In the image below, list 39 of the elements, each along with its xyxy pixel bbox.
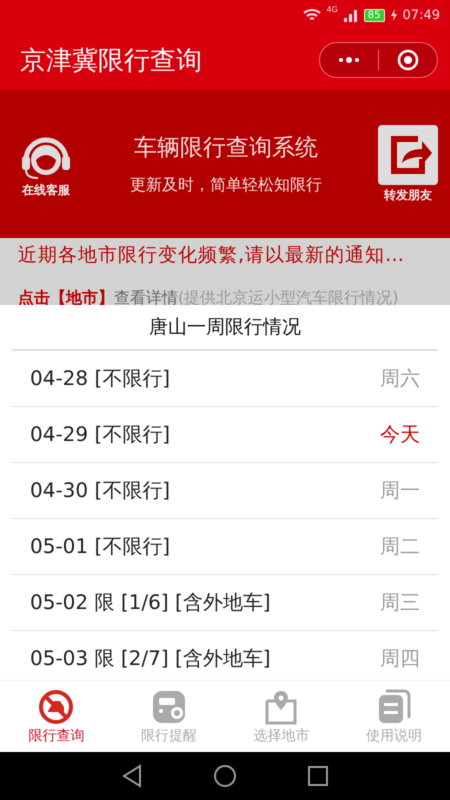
car-icon [150,689,187,725]
date-label: 05-03 限 [2/7] [含外地车] [30,645,271,672]
wifi-icon [302,8,320,22]
battery-level: 85 [364,8,385,22]
clock: 07:49 [402,8,440,22]
recents-icon[interactable] [307,765,329,787]
home-icon[interactable] [213,764,237,788]
signal-icon [344,8,358,22]
more-icon [338,57,360,63]
map-pin-icon [263,689,300,725]
tab[interactable]: 限行查询 [0,681,112,753]
back-icon[interactable] [121,764,143,788]
target-icon [397,49,419,71]
notice-text: 近期各地市限行变化频繁,请以最新的通知… [18,243,406,268]
date-label: 05-02 限 [1/6] [含外地车] [30,589,271,616]
weekday-label: 今天 [380,421,420,448]
app-title: 京津冀限行查询 [20,44,203,78]
weekday-label: 周六 [380,365,420,392]
tab[interactable]: 选择地市 [225,681,338,753]
weekday-label: 周一 [380,477,420,504]
weekday-label: 周二 [380,533,420,560]
weekday-label: 周四 [380,645,420,672]
support-button[interactable]: 在线客服 [18,130,74,198]
hint-note: (提供北京运小型汽车限行情况) [178,288,398,307]
city-link[interactable]: 点击【地市】 [18,288,114,307]
date-label: 04-29 [不限行] [30,421,170,448]
share-button[interactable]: 转发朋友 [378,124,438,204]
share-icon [378,124,438,184]
detail-link[interactable]: 查看详情 [114,288,178,307]
date-label: 04-30 [不限行] [30,477,170,504]
charging-icon [390,9,397,21]
no-car-icon [38,689,74,725]
banner-subtitle: 更新及时，简单轻松知限行 [130,175,322,196]
banner-title: 车辆限行查询系统 [134,134,318,163]
date-label: 05-01 [不限行] [30,533,170,560]
date-label: 04-28 [不限行] [30,365,170,392]
sheet-title: 唐山一周限行情况 [12,305,438,351]
network-label: 4G [326,5,338,14]
weekday-label: 周三 [380,589,420,616]
